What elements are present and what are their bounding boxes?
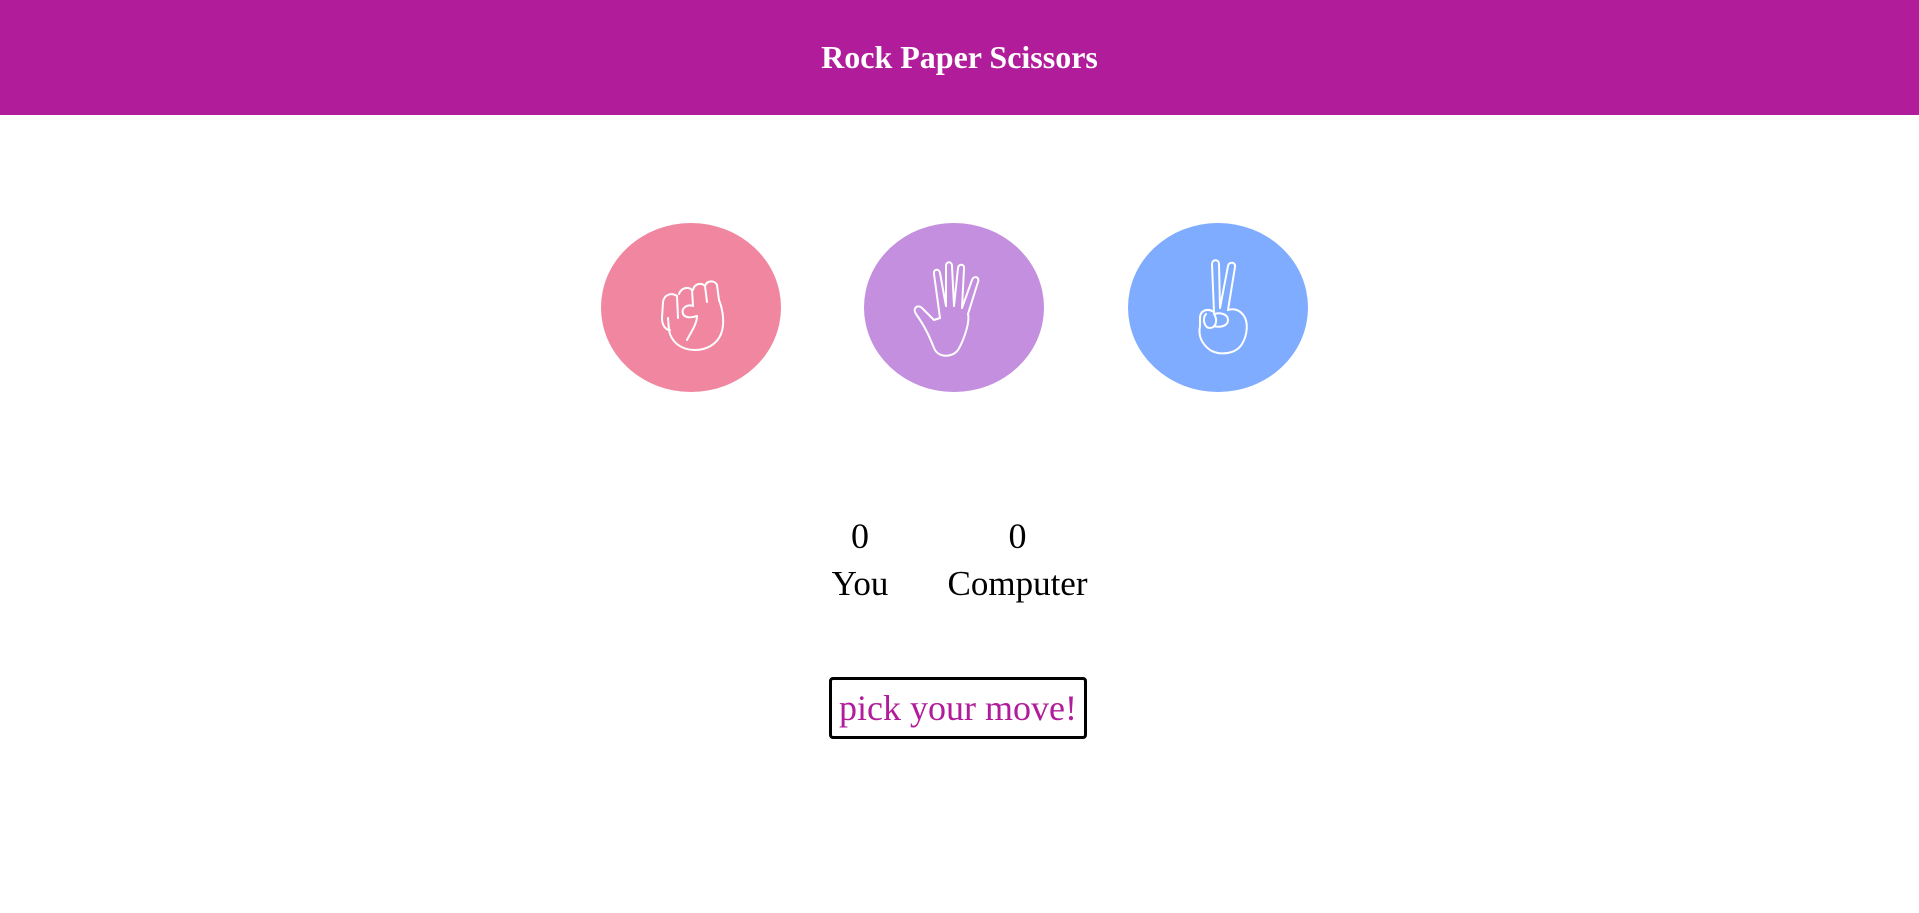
scissors-button[interactable] [1128,223,1308,392]
peace-hand-icon [1198,258,1248,354]
header-bar: Rock Paper Scissors [0,0,1919,115]
status-message: pick your move! [829,677,1087,739]
paper-button[interactable] [864,223,1044,392]
open-hand-icon [913,260,980,357]
fist-icon [661,279,725,351]
computer-score: 0 Computer [935,512,1100,608]
computer-score-value: 0 [1008,516,1027,556]
computer-score-label: Computer [947,564,1088,603]
you-score-label: You [831,564,889,603]
you-score: 0 You [820,512,900,608]
page-title: Rock Paper Scissors [821,39,1098,75]
you-score-value: 0 [851,516,869,556]
rock-button[interactable] [601,223,781,392]
status-message-text: pick your move! [839,688,1077,728]
